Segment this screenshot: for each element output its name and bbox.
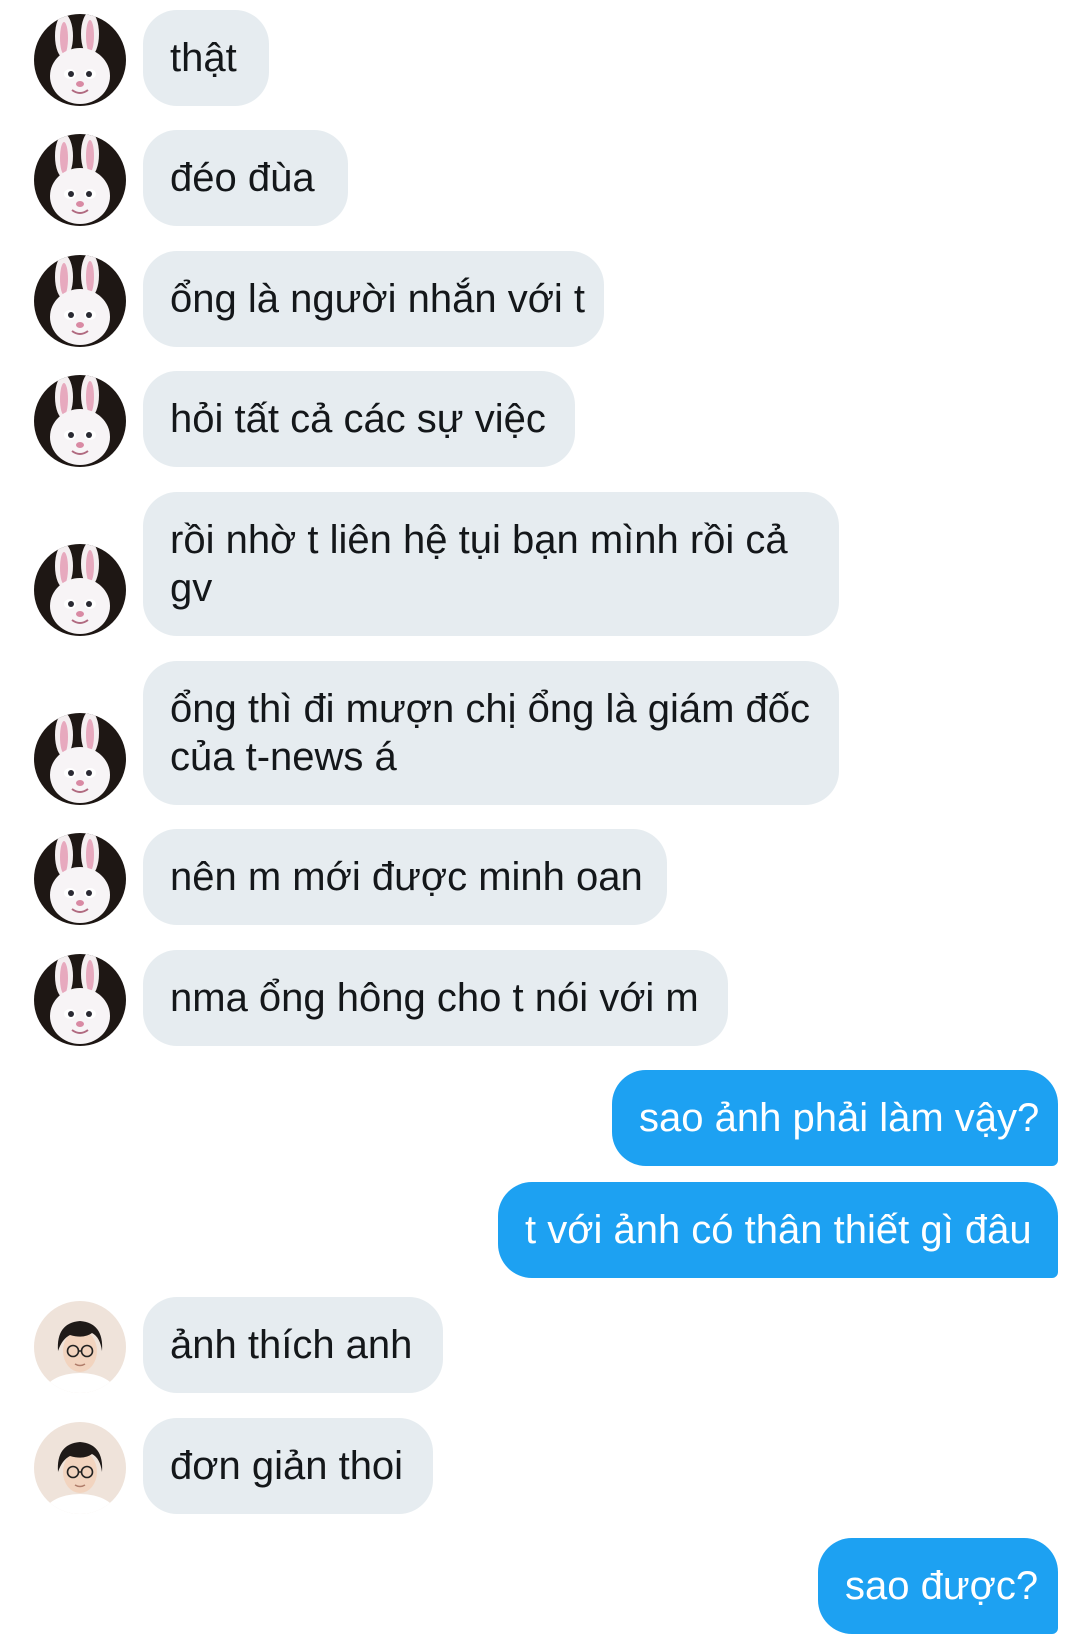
incoming-message-bubble[interactable]: thật bbox=[143, 10, 269, 106]
message-row: ảnh thích anh bbox=[0, 1297, 1080, 1393]
message-text: nên m mới được minh oan bbox=[170, 855, 643, 899]
incoming-message-bubble[interactable]: ảnh thích anh bbox=[143, 1297, 443, 1393]
boy-avatar[interactable] bbox=[34, 1422, 126, 1514]
message-row: nên m mới được minh oan bbox=[0, 829, 1080, 925]
bunny-avatar[interactable] bbox=[34, 833, 126, 925]
message-text: thật bbox=[170, 36, 237, 80]
message-text: rồi nhờ t liên hệ tụi bạn mình rồi cả bbox=[170, 518, 788, 562]
bunny-avatar[interactable] bbox=[34, 134, 126, 226]
message-row: ổng thì đi mượn chị ổng là giám đốc của … bbox=[0, 661, 1080, 805]
incoming-message-bubble[interactable]: nma ổng hông cho t nói với m bbox=[143, 950, 728, 1046]
incoming-message-bubble[interactable]: đéo đùa bbox=[143, 130, 348, 226]
message-text: sao ảnh phải làm vậy? bbox=[639, 1096, 1040, 1140]
message-text: ổng thì đi mượn chị ổng là giám đốc bbox=[170, 687, 811, 731]
incoming-message-bubble[interactable]: ổng thì đi mượn chị ổng là giám đốc của … bbox=[143, 661, 839, 805]
message-row: sao được? bbox=[0, 1538, 1080, 1634]
boy-avatar[interactable] bbox=[34, 1301, 126, 1393]
message-row: sao ảnh phải làm vậy? bbox=[0, 1070, 1080, 1166]
outgoing-message-bubble[interactable]: t với ảnh có thân thiết gì đâu bbox=[498, 1182, 1058, 1278]
message-row: ổng là người nhắn với t bbox=[0, 251, 1080, 347]
message-text: đơn giản thoi bbox=[170, 1444, 404, 1488]
incoming-message-bubble[interactable]: đơn giản thoi bbox=[143, 1418, 433, 1514]
message-text: đéo đùa bbox=[170, 156, 315, 200]
message-row: hỏi tất cả các sự việc bbox=[0, 371, 1080, 467]
incoming-message-bubble[interactable]: ổng là người nhắn với t bbox=[143, 251, 604, 347]
bunny-avatar[interactable] bbox=[34, 713, 126, 805]
message-row: thật bbox=[0, 10, 1080, 106]
message-text: của t-news á bbox=[170, 735, 397, 779]
message-text: nma ổng hông cho t nói với m bbox=[170, 976, 699, 1020]
incoming-message-bubble[interactable]: rồi nhờ t liên hệ tụi bạn mình rồi cả gv bbox=[143, 492, 839, 636]
message-text: ảnh thích anh bbox=[170, 1323, 413, 1367]
message-row: rồi nhờ t liên hệ tụi bạn mình rồi cả gv bbox=[0, 492, 1080, 636]
message-text: t với ảnh có thân thiết gì đâu bbox=[525, 1208, 1032, 1252]
message-text: ổng là người nhắn với t bbox=[170, 277, 586, 321]
outgoing-message-bubble[interactable]: sao ảnh phải làm vậy? bbox=[612, 1070, 1058, 1166]
bunny-avatar[interactable] bbox=[34, 255, 126, 347]
incoming-message-bubble[interactable]: nên m mới được minh oan bbox=[143, 829, 667, 925]
message-text: hỏi tất cả các sự việc bbox=[170, 397, 546, 441]
message-text: gv bbox=[170, 566, 213, 610]
message-row: t với ảnh có thân thiết gì đâu bbox=[0, 1182, 1080, 1278]
message-row: nma ổng hông cho t nói với m bbox=[0, 950, 1080, 1046]
message-row: đéo đùa bbox=[0, 130, 1080, 226]
message-row: đơn giản thoi bbox=[0, 1418, 1080, 1514]
incoming-message-bubble[interactable]: hỏi tất cả các sự việc bbox=[143, 371, 575, 467]
bunny-avatar[interactable] bbox=[34, 14, 126, 106]
bunny-avatar[interactable] bbox=[34, 544, 126, 636]
message-text: sao được? bbox=[845, 1564, 1039, 1608]
outgoing-message-bubble[interactable]: sao được? bbox=[818, 1538, 1058, 1634]
bunny-avatar[interactable] bbox=[34, 954, 126, 1046]
bunny-avatar[interactable] bbox=[34, 375, 126, 467]
